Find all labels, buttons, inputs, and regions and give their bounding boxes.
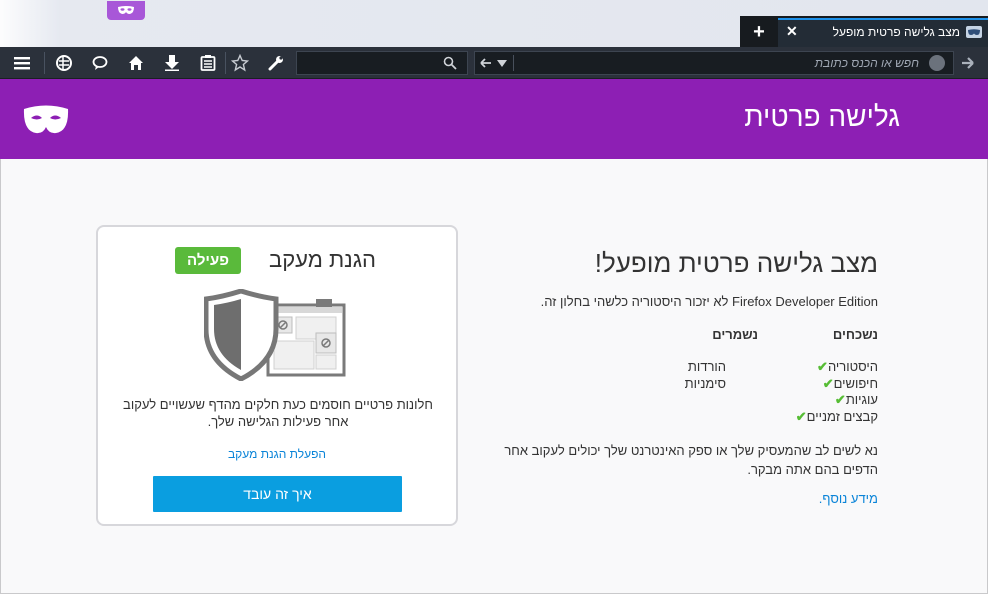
bookmark-star-icon[interactable] [226, 51, 254, 75]
reading-list-icon[interactable] [194, 51, 222, 75]
menu-icon[interactable] [8, 51, 36, 75]
download-icon[interactable] [158, 51, 186, 75]
tab-private-browsing[interactable]: ✕ מצב גלישה פרטית מופעל [778, 18, 988, 47]
status-badge: פעילה [175, 247, 241, 274]
search-icon[interactable] [443, 56, 457, 70]
private-browsing-header: גלישה פרטית [0, 79, 988, 159]
list-item: עוגיות✔ [834, 392, 878, 407]
chevron-down-icon[interactable] [497, 60, 507, 67]
back-icon[interactable] [480, 57, 492, 69]
tracking-shield-icon [204, 289, 346, 381]
checkmark-icon: ✔ [822, 375, 834, 391]
checkmark-icon: ✔ [817, 359, 828, 374]
globe-icon [929, 55, 945, 71]
new-tab-button[interactable]: + [741, 17, 777, 47]
tracking-description: חלונות פרטיים חוסמים כעת חלקים מהדף שעשו… [123, 397, 433, 429]
forgotten-list: היסטוריה✔ חיפושים✔ עוגיות✔ קבצים זמניים✔ [788, 359, 878, 425]
url-placeholder: חפש או הכנס כתובת [814, 56, 919, 70]
list-item: חיפושים✔ [822, 375, 878, 391]
learn-more-link[interactable]: מידע נוסף. [819, 491, 878, 506]
wrench-icon[interactable] [262, 51, 290, 75]
list-item: הורדות [687, 359, 726, 374]
url-divider [513, 55, 514, 71]
navigation-toolbar: חפש או הכנס כתובת [0, 47, 988, 79]
home-icon[interactable] [122, 51, 150, 75]
kept-list: הורדות סימניות [685, 359, 726, 392]
kept-header: נשמרים [712, 327, 758, 342]
tab-title: מצב גלישה פרטית מופעל [832, 25, 960, 39]
private-mask-icon [966, 26, 982, 38]
how-it-works-button[interactable]: איך זה עובד [153, 476, 402, 512]
search-input[interactable] [296, 51, 468, 75]
checkmark-icon: ✔ [834, 392, 846, 407]
private-browsing-badge [107, 1, 145, 20]
forward-icon[interactable] [954, 51, 982, 75]
enable-tracking-protection-link[interactable]: הפעלת הגנת מעקב [98, 447, 456, 461]
tracking-protection-title: הגנת מעקב [269, 247, 376, 272]
description: Firefox Developer Edition לא יזכור היסטו… [540, 294, 878, 309]
toolbar-separator [44, 52, 45, 74]
tracking-protection-card: הגנת מעקב פעילה חלונות פרטיים חוסמים כעת… [96, 225, 458, 526]
developer-icon[interactable] [50, 51, 78, 75]
main-heading: מצב גלישה פרטית מופעל! [594, 248, 878, 278]
tab-close-icon[interactable]: ✕ [786, 23, 798, 40]
private-mask-icon [118, 6, 134, 14]
checkmark-icon: ✔ [795, 408, 807, 424]
forgotten-header: נשכחים [832, 327, 878, 342]
chat-icon[interactable] [86, 51, 114, 75]
list-item: היסטוריה✔ [817, 359, 878, 374]
tracking-note: נא לשים לב שהמעסיק שלך או ספק האינטרנט ש… [504, 443, 878, 477]
page-title: גלישה פרטית [744, 101, 900, 132]
url-input[interactable]: חפש או הכנס כתובת [474, 51, 954, 75]
list-item: קבצים זמניים✔ [795, 408, 878, 424]
list-item: סימניות [684, 375, 726, 391]
private-mask-icon [23, 105, 69, 134]
